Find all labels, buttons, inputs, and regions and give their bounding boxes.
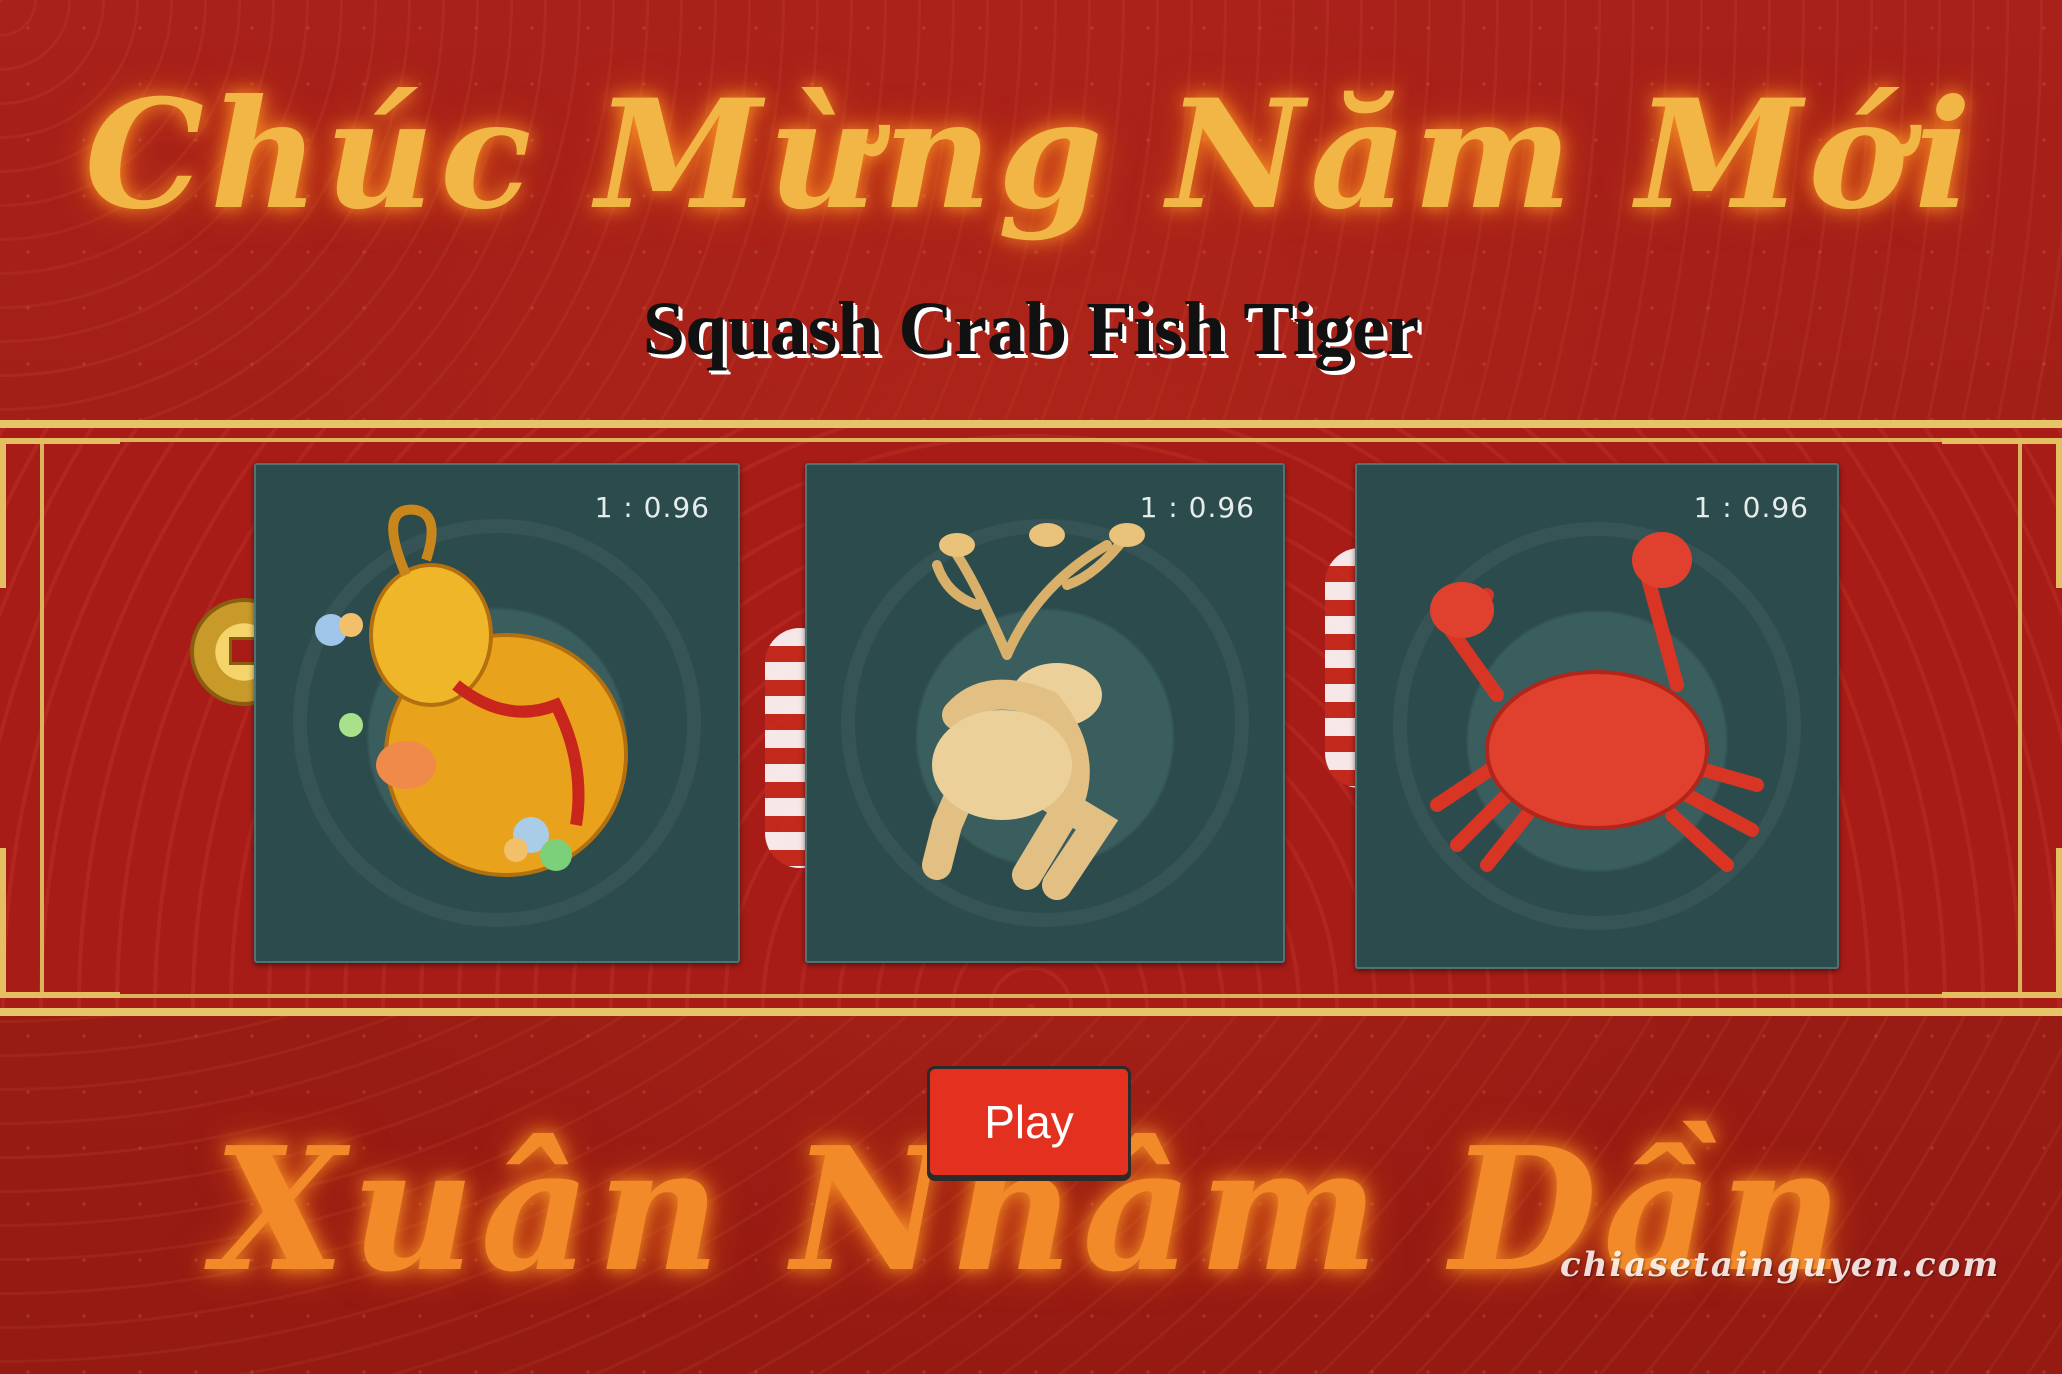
watermark: chiasetainguyen.com bbox=[1560, 1245, 2001, 1285]
play-button[interactable]: Play bbox=[927, 1066, 1131, 1178]
frame-corner-ornament bbox=[1942, 438, 2062, 588]
frame-corner-ornament bbox=[1942, 848, 2062, 998]
deer-icon bbox=[922, 523, 1145, 900]
crab-icon bbox=[1430, 532, 1764, 872]
game-title: Squash Crab Fish Tiger bbox=[642, 287, 1420, 371]
card-crab[interactable]: 1 : 0.96 bbox=[1355, 463, 1839, 969]
frame-corner-ornament bbox=[0, 438, 120, 588]
gourd-icon bbox=[315, 504, 628, 877]
card-deer[interactable]: 1 : 0.96 bbox=[805, 463, 1285, 963]
card-squash[interactable]: 1 : 0.96 bbox=[254, 463, 740, 963]
new-year-greeting: Chúc Mừng Năm Mới bbox=[84, 67, 1978, 243]
frame-corner-ornament bbox=[0, 848, 120, 998]
